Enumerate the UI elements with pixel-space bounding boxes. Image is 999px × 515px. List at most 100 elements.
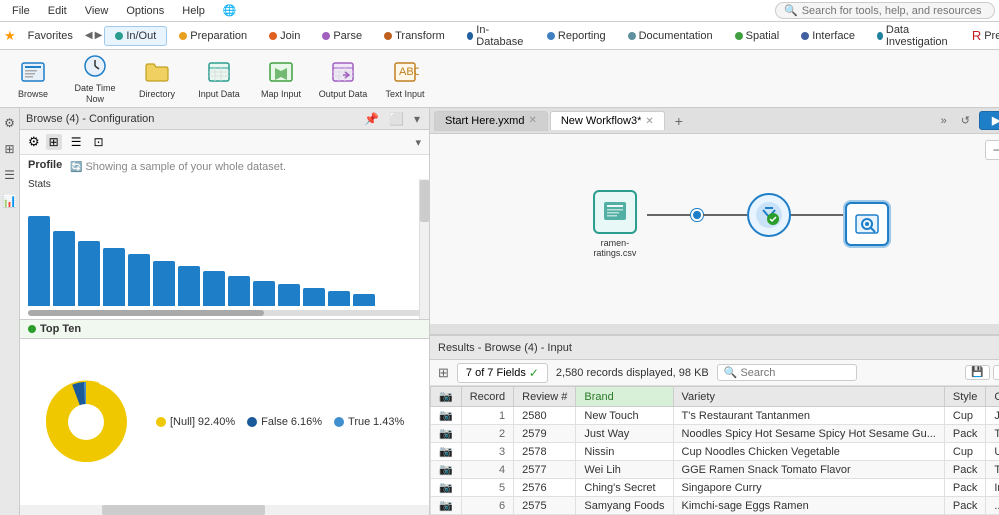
ribbon-datainvestigation[interactable]: Data Investigation [867,21,960,51]
tool-datetime[interactable]: Date Time Now [70,52,120,105]
ribbon-favorites[interactable]: Favorites [18,27,83,45]
cell-variety: Cup Noodles Chicken Vegetable [673,443,944,461]
join-dot [269,32,277,40]
tab-start-here-close[interactable]: ✕ [528,115,536,126]
zoom-out-button[interactable]: − [985,140,999,160]
table-row[interactable]: 📷 5 2576 Ching's Secret Singapore Curry … [431,479,999,497]
panel-pin-button[interactable]: 📌 [361,111,382,127]
legend-true-dot [334,417,344,427]
panel-maximize-button[interactable]: ⬜ [386,111,407,127]
browse-node-box[interactable] [845,202,889,246]
search-input[interactable] [802,5,986,17]
panel-options-btn[interactable]: ▾ [415,136,421,149]
records-info: 2,580 records displayed, 98 KB [556,367,709,379]
sidebar-settings-icon[interactable]: ⚙ [2,114,17,132]
bar-item [228,276,250,306]
ribbon-documentation[interactable]: Documentation [618,27,723,45]
global-search[interactable]: 🔍 [775,2,995,19]
results-search[interactable]: 🔍 [717,364,857,381]
cell-brand: Wei Lih [576,461,673,479]
panel-hscrollbar[interactable] [20,505,429,515]
cell-brand: Ching's Secret [576,479,673,497]
menu-edit[interactable]: Edit [40,3,75,19]
col-review[interactable]: Review # [514,387,576,407]
ribbon-predictive[interactable]: R Predictive [962,25,999,46]
chart-scrollbar-thumb[interactable] [28,310,264,316]
col-record[interactable]: Record [461,387,513,407]
input-node-box[interactable] [593,190,637,234]
table-row[interactable]: 📷 6 2575 Samyang Foods Kimchi-sage Eggs … [431,497,999,515]
workflow-input-node[interactable]: ramen-ratings.csv [583,190,647,258]
tab-bar: Start Here.yxmd ✕ New Workflow3* ✕ + » ↺… [430,108,999,134]
panel-hscrollbar-thumb[interactable] [102,505,266,515]
table-row[interactable]: 📷 1 2580 New Touch T's Restaurant Tantan… [431,407,999,425]
menu-file[interactable]: File [4,3,38,19]
table-row[interactable]: 📷 2 2579 Just Way Noodles Spicy Hot Sesa… [431,425,999,443]
ribbon-inout[interactable]: In/Out [104,26,167,46]
parse-dot [322,32,330,40]
ribbon-interface[interactable]: Interface [791,27,865,45]
top-ten-dot [28,325,36,333]
fields-button[interactable]: 7 of 7 Fields ✓ [457,363,548,383]
browse-label: Browse [18,89,48,100]
col-brand[interactable]: Brand [576,387,673,407]
add-tab-button[interactable]: + [667,110,691,132]
tool-directory[interactable]: Directory [132,58,182,100]
workflow-filter-node[interactable] [747,193,791,237]
ribbon-transform[interactable]: Transform [374,27,455,45]
wire-1 [647,214,692,216]
results-layout-button[interactable]: ⊞ [993,365,999,380]
sidebar-grid-icon[interactable]: ⊞ [2,140,16,158]
menu-options[interactable]: Options [118,3,172,19]
tab-more-icon[interactable]: » [936,113,952,129]
legend-false-text: False 6.16% [261,416,322,428]
tool-browse[interactable]: Browse [8,58,58,100]
config-view1-icon[interactable]: ⊞ [46,134,62,150]
ribbon-parse[interactable]: Parse [312,27,372,45]
chart-vscrollbar-thumb[interactable] [420,180,429,222]
config-view2-icon[interactable]: ☰ [68,134,85,150]
menu-help[interactable]: Help [174,3,213,19]
sidebar-chart-icon[interactable]: 📊 [0,192,19,210]
ribbon-spatial[interactable]: Spatial [725,27,790,45]
results-search-input[interactable] [740,367,860,379]
sidebar-list-icon[interactable]: ☰ [2,166,17,184]
panel-menu-button[interactable]: ▾ [411,111,423,127]
results-export-button[interactable]: 💾 [965,365,989,380]
ribbon-forward-arrow[interactable]: ▶ [95,30,103,41]
menu-globe[interactable]: 🌐 [215,2,245,19]
canvas-area[interactable]: − + ramen-ratings.csv [430,134,999,335]
cell-record: 3 [461,443,513,461]
chart-vscrollbar[interactable] [419,179,429,319]
left-panel-outer: ⚙ ⊞ ☰ 📊 Browse (4) - Configuration 📌 ⬜ ▾… [0,108,430,515]
results-grid-icon: ⊞ [438,365,449,381]
ribbon-indatabase[interactable]: In-Database [457,21,535,51]
canvas-hscrollbar[interactable] [430,324,999,334]
results-table-container: 📷 Record Review # Brand Variety Style Co… [430,386,999,515]
tab-new-workflow3-close[interactable]: ✕ [645,116,653,127]
col-country[interactable]: Country [986,387,999,407]
tool-outputdata[interactable]: Output Data [318,58,368,100]
chart-scrollbar[interactable] [28,310,421,316]
ribbon-preparation[interactable]: Preparation [169,27,257,45]
workflow-browse-node[interactable] [845,202,889,246]
filter-node-box[interactable] [747,193,791,237]
run-button[interactable]: ▶ Run [979,111,999,130]
tool-inputdata[interactable]: Input Data [194,58,244,100]
config-gear-icon[interactable]: ⚙ [28,134,40,150]
tool-textinput[interactable]: ABC Text Input [380,58,430,100]
tab-new-workflow3[interactable]: New Workflow3* ✕ [550,111,665,130]
table-row[interactable]: 📷 3 2578 Nissin Cup Noodles Chicken Vege… [431,443,999,461]
ribbon-join[interactable]: Join [259,27,310,45]
col-style[interactable]: Style [944,387,985,407]
ribbon-back-arrow[interactable]: ◀ [85,30,93,41]
tab-start-here[interactable]: Start Here.yxmd ✕ [434,111,548,131]
config-view3-icon[interactable]: ⊡ [90,134,106,150]
menu-view[interactable]: View [77,3,117,19]
tool-mapinput[interactable]: Map Input [256,58,306,100]
tab-refresh-icon[interactable]: ↺ [956,112,975,129]
ribbon-reporting[interactable]: Reporting [537,27,616,45]
col-variety[interactable]: Variety [673,387,944,407]
cell-country: USA [986,443,999,461]
table-row[interactable]: 📷 4 2577 Wei Lih GGE Ramen Snack Tomato … [431,461,999,479]
